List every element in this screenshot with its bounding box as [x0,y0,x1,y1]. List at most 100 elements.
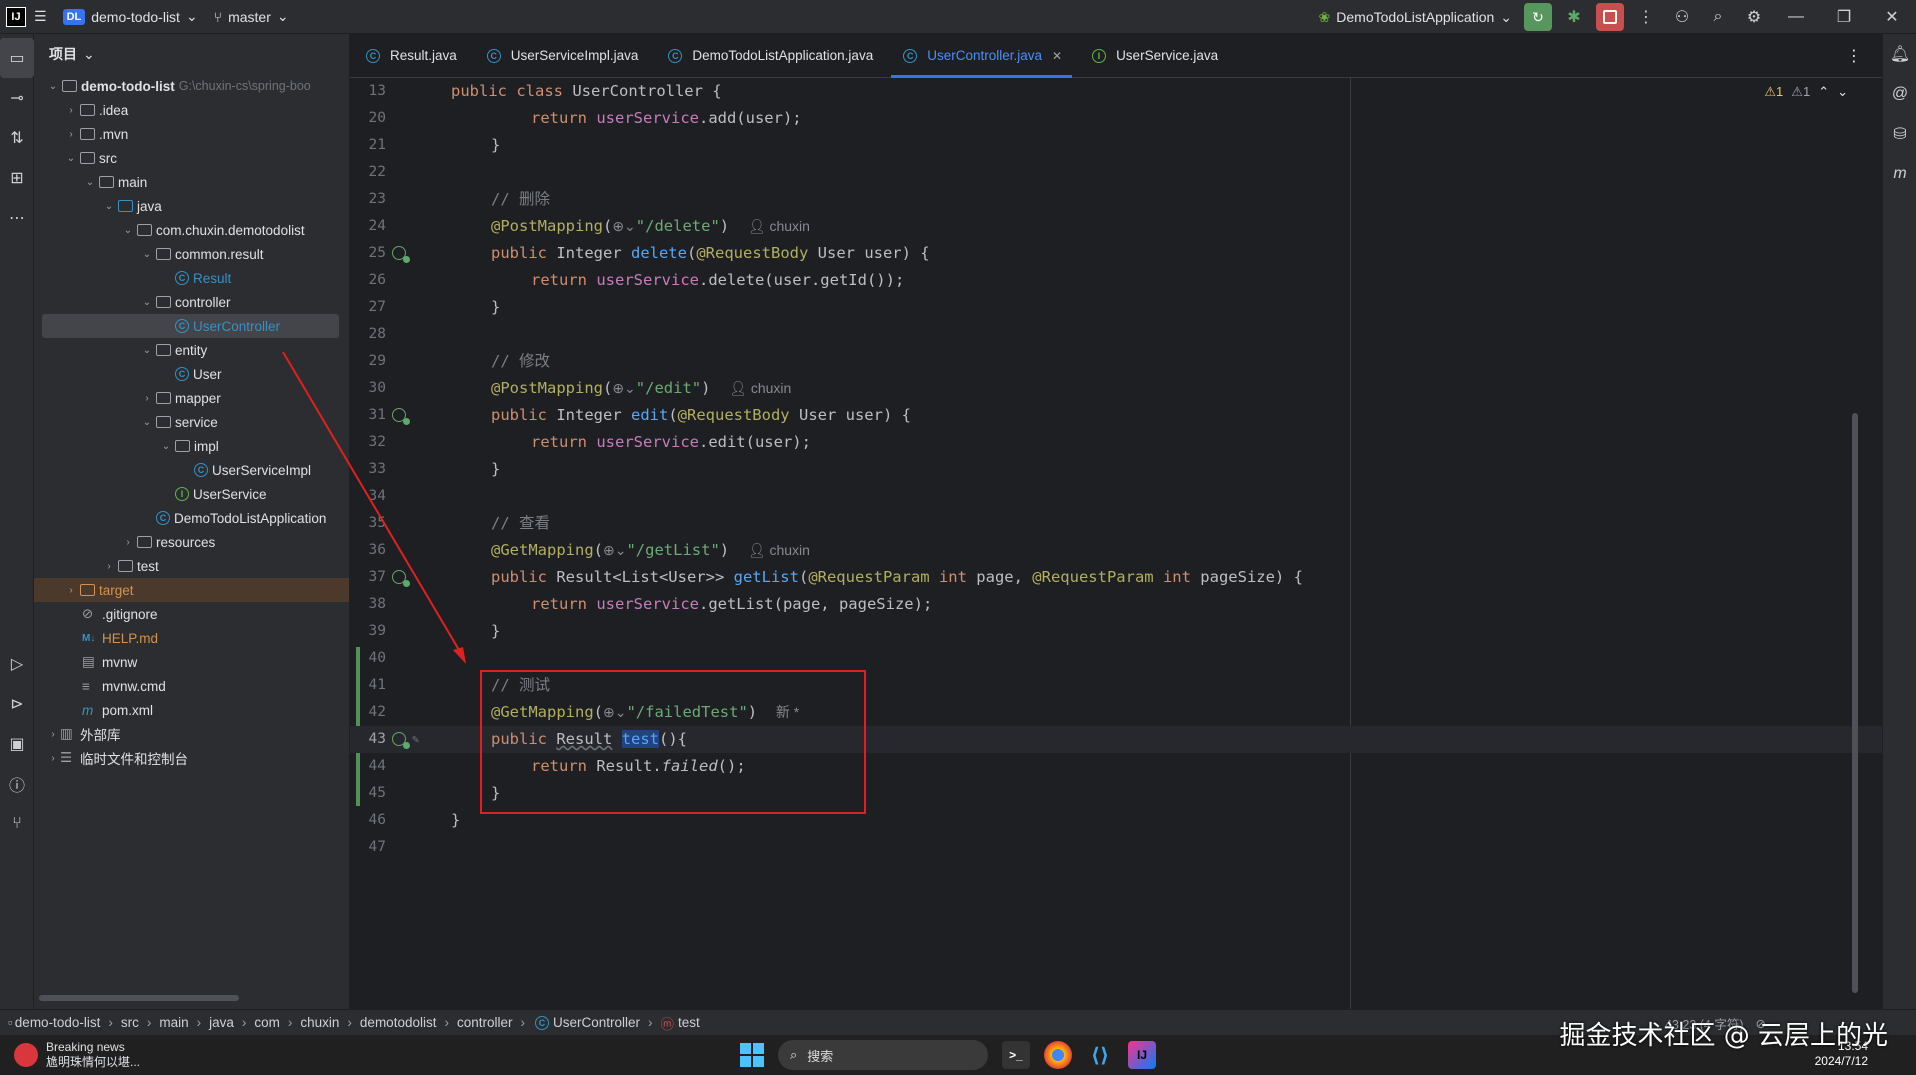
more-actions-button[interactable]: ⋮ [1628,0,1664,34]
breadcrumb-item[interactable]: controller [457,1015,513,1030]
ai-assistant-tool-button[interactable]: @ [1883,74,1916,114]
maven-tool-button[interactable]: m [1883,154,1916,194]
chrome-app-icon[interactable] [1044,1041,1072,1069]
tree-item-test[interactable]: › test [34,554,349,578]
run-config-selector[interactable]: ❀ DemoTodoListApplication ⌄ [1311,0,1520,34]
breadcrumb-item[interactable]: src [121,1015,139,1030]
tree-item-main[interactable]: ⌄ main [34,170,349,194]
tree-item-root[interactable]: ⌄ demo-todo-list G:\chuxin-cs\spring-boo [34,74,349,98]
minimize-icon: — [1788,8,1804,25]
edit-gutter-icon[interactable]: ✎ [412,726,419,753]
tree-item-external-libraries[interactable]: › ▥ 外部库 [34,722,349,746]
notifications-tool-button[interactable]: 🔔︎ [1883,34,1916,74]
tree-item-userservice[interactable]: I UserService [34,482,349,506]
tab-result-java[interactable]: C Result.java [350,34,471,78]
tree-item-java[interactable]: ⌄ java [34,194,349,218]
rerun-button[interactable]: ↻ [1524,3,1552,31]
tree-item-entity[interactable]: ⌄ entity [34,338,349,362]
breadcrumb-item[interactable]: chuxin [300,1015,339,1030]
line-number: 31 [368,407,386,423]
endpoint-gutter-icon[interactable] [392,246,410,263]
tree-item-service[interactable]: ⌄ service [34,410,349,434]
tree-item-idea[interactable]: › .idea [34,98,349,122]
restore-button[interactable]: ❐ [1820,0,1868,34]
tree-item-src[interactable]: ⌄ src [34,146,349,170]
database-tool-button[interactable]: ⛁ [1883,114,1916,154]
breadcrumb-item[interactable]: UserController [553,1015,640,1030]
tree-item-gitignore[interactable]: ⊘ .gitignore [34,602,349,626]
structure-tool-button[interactable]: ⊞ [0,158,34,198]
breadcrumb-item[interactable]: com [254,1015,280,1030]
project-hscrollbar[interactable] [39,995,239,1001]
folder-icon [99,176,114,188]
project-tool-button[interactable]: ▭ [0,38,34,78]
project-switcher[interactable]: DL demo-todo-list ⌄ [55,0,206,34]
tree-item-result[interactable]: C Result [34,266,349,290]
tree-item-controller[interactable]: ⌄ controller [34,290,349,314]
tree-item-mvn[interactable]: › .mvn [34,122,349,146]
folder-icon [80,152,95,164]
add-user-button[interactable]: ⚇ [1664,0,1700,34]
stop-button[interactable] [1596,3,1624,31]
tree-item-package[interactable]: ⌄ com.chuxin.demotodolist [34,218,349,242]
intellij-app-icon[interactable]: IJ [1128,1041,1156,1069]
breadcrumb-item[interactable]: java [209,1015,234,1030]
search-everywhere-button[interactable]: ⌕ [1700,0,1736,34]
windows-start-icon[interactable] [740,1043,764,1067]
tree-item-label: test [137,558,159,574]
author-hint[interactable]: chuxin [769,542,809,558]
tree-item-mvnw[interactable]: ▤ mvnw [34,650,349,674]
breadcrumb-item[interactable]: demotodolist [360,1015,437,1030]
commit-tool-button[interactable]: ⊸ [0,78,34,118]
endpoint-gutter-icon[interactable] [392,570,410,587]
close-icon[interactable]: ✕ [1052,49,1062,63]
settings-button[interactable]: ⚙ [1736,0,1772,34]
tab-options-button[interactable]: ⋮ [1846,46,1862,66]
author-hint[interactable]: chuxin [751,380,791,396]
class-icon: C [366,48,380,63]
tree-item-mapper[interactable]: › mapper [34,386,349,410]
taskbar-search[interactable]: ⌕ 搜索 [778,1040,988,1070]
vscode-app-icon[interactable]: ⟨⟩ [1086,1041,1114,1069]
tree-item-scratches[interactable]: › ☰ 临时文件和控制台 [34,746,349,770]
tree-item-pom-xml[interactable]: m pom.xml [34,698,349,722]
tab-demotodolistapplication-java[interactable]: C DemoTodoListApplication.java [652,34,887,78]
tree-item-impl[interactable]: ⌄ impl [34,434,349,458]
code-editor[interactable]: ⚠1 ⚠1 ⌃ ⌄ 13 public class UserController … [350,78,1882,1009]
endpoint-gutter-icon[interactable] [392,408,410,425]
more-tools-button[interactable]: ⋯ [0,198,34,238]
breadcrumb-item[interactable]: test [678,1015,700,1030]
tree-item-help-md[interactable]: M↓ HELP.md [34,626,349,650]
news-widget[interactable]: Breaking news 尯明珠情何以堪... [0,1040,140,1070]
tree-item-mvnw-cmd[interactable]: ≡ mvnw.cmd [34,674,349,698]
tree-item-usercontroller[interactable]: C UserController [42,314,339,338]
minimize-button[interactable]: — [1772,0,1820,34]
tree-item-userserviceimpl[interactable]: C UserServiceImpl [34,458,349,482]
project-panel-header[interactable]: 项目 ⌄ [34,34,349,74]
breadcrumb-item[interactable]: main [159,1015,188,1030]
tab-userservice-java[interactable]: I UserService.java [1076,34,1232,78]
author-hint[interactable]: chuxin [769,218,809,234]
tree-item-target[interactable]: › target [34,578,349,602]
editor-vscrollbar[interactable] [1852,413,1858,993]
tab-userserviceimpl-java[interactable]: C UserServiceImpl.java [471,34,653,78]
problems-tool-button[interactable]: ⓘ [0,764,34,804]
breadcrumb-item[interactable]: demo-todo-list [15,1015,101,1030]
terminal-tool-button[interactable]: ▣ [0,724,34,764]
main-menu-button[interactable]: ☰ [26,0,55,34]
terminal-app-icon[interactable]: >_ [1002,1041,1030,1069]
endpoint-gutter-icon[interactable] [392,732,410,749]
services-tool-button[interactable]: ⊳ [0,684,34,724]
tree-item-resources[interactable]: › resources [34,530,349,554]
title-bar: IJ ☰ DL demo-todo-list ⌄ ⑂ master ⌄ ❀ De… [0,0,1916,34]
branch-switcher[interactable]: ⑂ master ⌄ [206,0,297,34]
tab-usercontroller-java[interactable]: C UserController.java ✕ [887,34,1076,78]
git-tool-button[interactable]: ⑂ [0,804,34,844]
tree-item-demotodolistapplication[interactable]: C DemoTodoListApplication [34,506,349,530]
tree-item-user[interactable]: C User [34,362,349,386]
pull-requests-tool-button[interactable]: ⇅ [0,118,34,158]
close-window-button[interactable]: ✕ [1868,0,1916,34]
tree-item-common-result[interactable]: ⌄ common.result [34,242,349,266]
run-tool-button[interactable]: ▷ [0,644,34,684]
debug-button[interactable]: ✱ [1556,0,1592,34]
